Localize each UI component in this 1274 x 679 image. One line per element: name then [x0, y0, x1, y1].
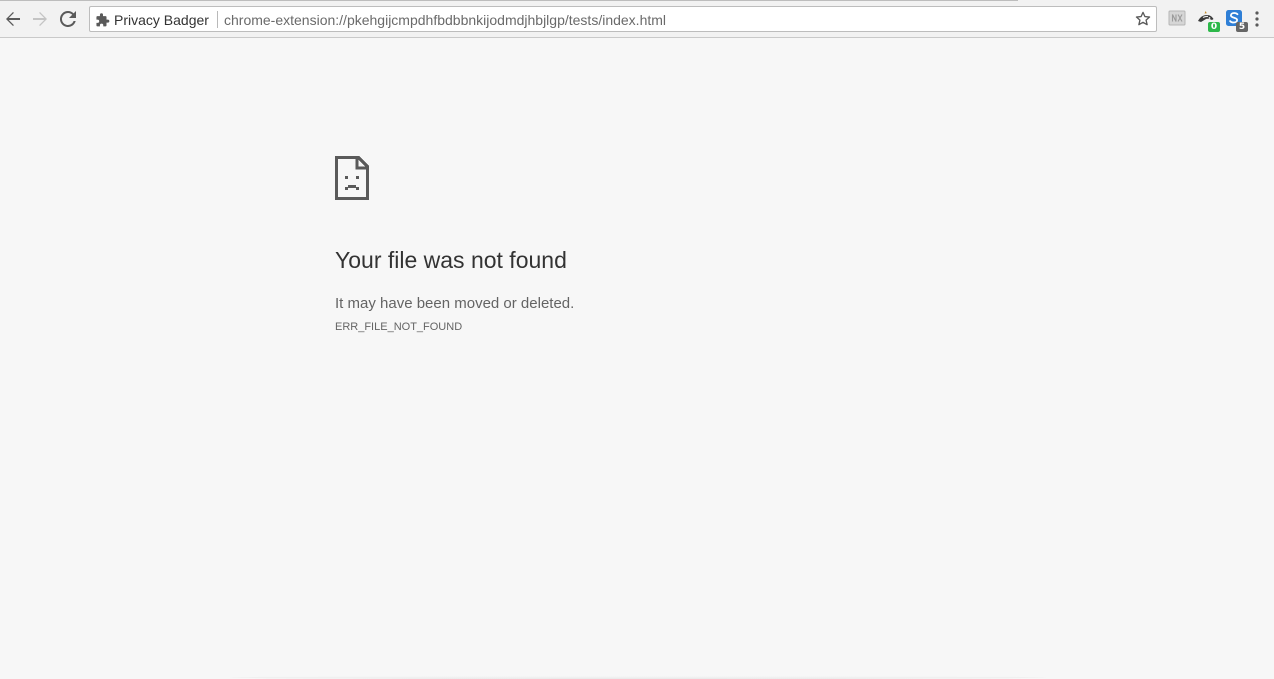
- reload-button[interactable]: [57, 8, 79, 30]
- https-extension-badge: 5: [1236, 22, 1248, 32]
- reload-icon: [60, 11, 76, 27]
- sad-file-icon: [335, 156, 369, 200]
- error-code: ERR_FILE_NOT_FOUND: [335, 321, 463, 333]
- star-icon[interactable]: [1134, 10, 1152, 28]
- chip-divider: [217, 11, 218, 28]
- privacy-badger-badge: 0: [1208, 22, 1220, 32]
- nx-extension-icon: [1168, 10, 1186, 26]
- loading-indicator: [0, 0, 1018, 1]
- browser-menu-button[interactable]: [1250, 9, 1264, 29]
- privacy-badger-button[interactable]: 0: [1197, 9, 1220, 32]
- url-text[interactable]: chrome-extension://pkehgijcmpdhfbdbbnkij…: [224, 12, 666, 28]
- error-page: Your file was not found It may have been…: [0, 38, 1274, 679]
- site-chip[interactable]: Privacy Badger: [96, 11, 209, 28]
- address-bar[interactable]: Privacy Badger chrome-extension://pkehgi…: [89, 6, 1157, 32]
- forward-button[interactable]: [29, 8, 51, 30]
- site-chip-label: Privacy Badger: [114, 11, 209, 28]
- kebab-menu-icon: [1255, 11, 1259, 27]
- arrow-right-icon: [33, 12, 47, 26]
- browser-toolbar: Privacy Badger chrome-extension://pkehgi…: [0, 0, 1274, 38]
- arrow-left-icon: [6, 12, 20, 26]
- https-extension-button[interactable]: 5: [1225, 9, 1248, 32]
- error-description: It may have been moved or deleted.: [335, 295, 575, 312]
- nx-extension-button[interactable]: [1168, 9, 1188, 29]
- puzzle-piece-icon: [96, 12, 110, 26]
- back-button[interactable]: [2, 8, 24, 30]
- error-title: Your file was not found: [335, 247, 567, 273]
